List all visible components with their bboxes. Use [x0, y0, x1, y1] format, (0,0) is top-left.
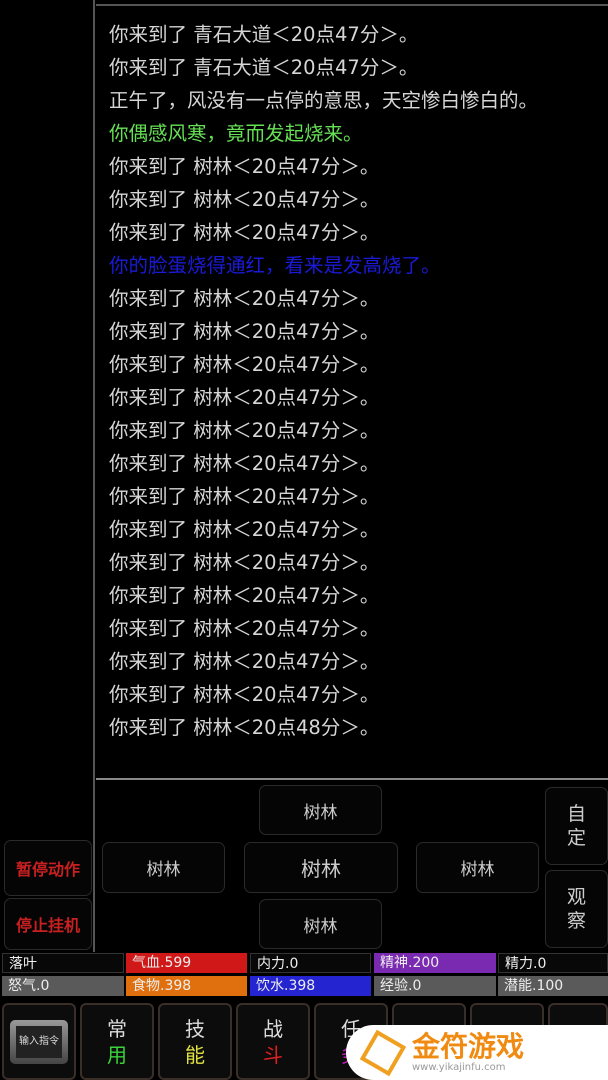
tab-skill-2: 能	[185, 1042, 205, 1067]
log-line: 你来到了 树林＜20点48分＞。	[109, 716, 380, 739]
jingli-bar: 精力.0	[498, 953, 608, 973]
custom-label-1: 自	[566, 803, 586, 825]
tab-skill-1: 技	[185, 1016, 205, 1041]
player-name: 落叶	[2, 953, 124, 973]
log-line: 你来到了 树林＜20点47分＞。	[109, 419, 380, 442]
cube-logo-icon	[359, 1029, 407, 1076]
custom-button[interactable]: 自定	[545, 787, 608, 865]
look-label-1: 观	[566, 886, 586, 908]
log-line: 你来到了 树林＜20点47分＞。	[109, 155, 380, 178]
log-line: 你来到了 树林＜20点47分＞。	[109, 485, 380, 508]
exit-south-button[interactable]: 树林	[259, 899, 382, 949]
log-line: 你来到了 树林＜20点47分＞。	[109, 386, 380, 409]
tab-common[interactable]: 常用	[80, 1003, 154, 1080]
log-line: 你来到了 青石大道＜20点47分＞。	[109, 23, 419, 46]
log-line: 你来到了 树林＜20点47分＞。	[109, 683, 380, 706]
message-log[interactable]: 你来到了 青石大道＜20点47分＞。 你来到了 青石大道＜20点47分＞。正午了，…	[96, 4, 608, 780]
log-line: 你来到了 树林＜20点47分＞。	[109, 287, 380, 310]
tab-fight[interactable]: 战斗	[236, 1003, 310, 1080]
log-line: 你来到了 树林＜20点47分＞。	[109, 551, 380, 574]
water-bar: 饮水.398	[250, 976, 371, 996]
exit-north-button[interactable]: 树林	[259, 785, 382, 835]
left-panel	[0, 0, 95, 952]
log-line: 你来到了 树林＜20点47分＞。	[109, 221, 380, 244]
log-line: 你来到了 树林＜20点47分＞。	[109, 188, 380, 211]
current-location-button[interactable]: 树林	[244, 842, 398, 893]
tab-common-1: 常	[107, 1016, 127, 1041]
custom-label-2: 定	[566, 827, 586, 849]
input-command-label: 输入指令	[16, 1025, 62, 1058]
log-line: 你来到了 树林＜20点47分＞。	[109, 617, 380, 640]
food-bar: 食物.398	[126, 976, 247, 996]
pause-action-button[interactable]: 暂停动作	[4, 840, 92, 896]
exp-bar: 经验.0	[374, 976, 496, 996]
tab-fight-1: 战	[263, 1016, 283, 1041]
watermark: 金符游戏 www.yikajinfu.com	[346, 1025, 608, 1080]
log-line: 你来到了 树林＜20点47分＞。	[109, 320, 380, 343]
log-line: 你来到了 树林＜20点47分＞。	[109, 353, 380, 376]
input-command-button[interactable]: 输入指令	[2, 1003, 76, 1080]
look-label-2: 察	[566, 910, 586, 932]
log-line: 你的脸蛋烧得通红，看来是发高烧了。	[109, 254, 441, 277]
jingshen-bar: 精神.200	[374, 953, 496, 973]
log-line: 你来到了 树林＜20点47分＞。	[109, 584, 380, 607]
neili-bar: 内力.0	[250, 953, 371, 973]
tab-skill[interactable]: 技能	[158, 1003, 232, 1080]
log-line: 你来到了 树林＜20点47分＞。	[109, 452, 380, 475]
potential-bar: 潜能.100	[498, 976, 608, 996]
tab-common-2: 用	[107, 1042, 127, 1067]
tab-fight-2: 斗	[263, 1042, 283, 1067]
log-line: 你偶感风寒，竟而发起烧来。	[109, 122, 363, 145]
log-line: 你来到了 树林＜20点47分＞。	[109, 650, 380, 673]
hp-bar: 气血.599	[126, 953, 247, 973]
stop-idle-button[interactable]: 停止挂机	[4, 898, 92, 950]
watermark-logo: 金符游戏	[412, 1030, 525, 1063]
rage-bar: 怒气.0	[2, 976, 124, 996]
log-line: 你来到了 青石大道＜20点47分＞。	[109, 56, 419, 79]
watermark-url: www.yikajinfu.com	[412, 1062, 506, 1073]
log-line: 正午了，风没有一点停的意思，天空惨白惨白的。	[109, 89, 539, 112]
exit-west-button[interactable]: 树林	[102, 842, 225, 893]
exit-east-button[interactable]: 树林	[416, 842, 539, 893]
log-line: 你来到了 树林＜20点47分＞。	[109, 518, 380, 541]
look-button[interactable]: 观察	[545, 870, 608, 948]
